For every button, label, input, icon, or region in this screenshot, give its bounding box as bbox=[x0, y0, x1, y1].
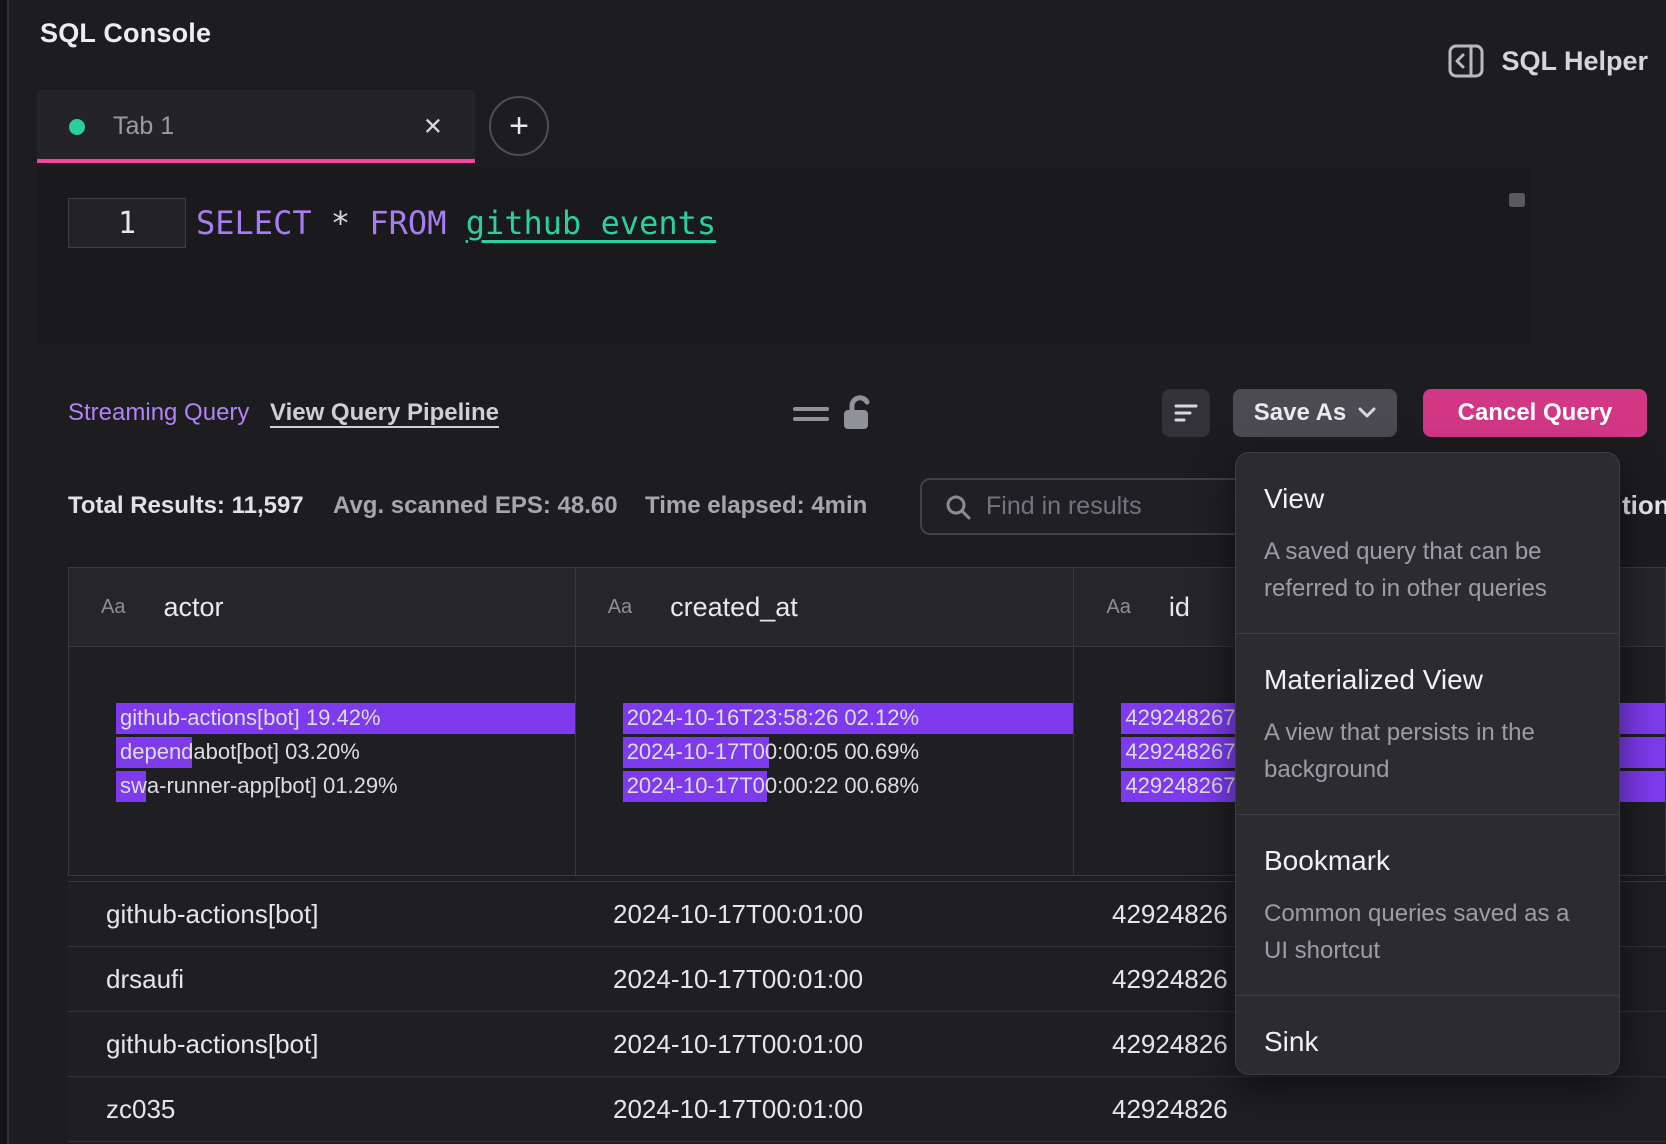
column-header-actor[interactable]: Aa actor bbox=[69, 568, 576, 646]
panel-left-edge bbox=[0, 0, 9, 1144]
active-tab-indicator bbox=[37, 159, 475, 163]
save-as-label: Save As bbox=[1254, 399, 1347, 427]
cancel-query-button[interactable]: Cancel Query bbox=[1423, 389, 1647, 437]
streaming-query-label[interactable]: Streaming Query bbox=[68, 399, 249, 427]
line-number: 1 bbox=[68, 198, 186, 248]
menu-item-materialized-view[interactable]: Materialized View A view that persists i… bbox=[1236, 633, 1619, 814]
star-token: * bbox=[312, 204, 370, 242]
streaming-status-dot bbox=[69, 119, 85, 135]
query-toolbar: Streaming Query View Query Pipeline bbox=[0, 388, 1666, 438]
unlock-icon[interactable] bbox=[840, 394, 876, 432]
save-as-button[interactable]: Save As bbox=[1233, 389, 1397, 437]
cancel-query-label: Cancel Query bbox=[1458, 399, 1613, 427]
view-query-pipeline-link[interactable]: View Query Pipeline bbox=[270, 399, 499, 427]
menu-item-bookmark[interactable]: Bookmark Common queries saved as a UI sh… bbox=[1236, 814, 1619, 995]
search-icon bbox=[944, 493, 972, 521]
created-at-histogram-cell: 2024-10-16T23:58:26 02.12% 2024-10-17T00… bbox=[576, 647, 1075, 875]
table-row[interactable]: zc035 2024-10-17T00:01:00 42924826 bbox=[68, 1077, 1666, 1142]
avg-scanned-eps: Avg. scanned EPS: 48.60 bbox=[333, 492, 618, 520]
save-as-dropdown-menu: View A saved query that can be referred … bbox=[1235, 452, 1620, 1075]
editor-scrollbar[interactable] bbox=[1509, 193, 1525, 339]
format-sql-button[interactable] bbox=[1162, 389, 1210, 437]
sql-helper-toggle[interactable]: SQL Helper bbox=[1447, 42, 1648, 80]
clipped-button-fragment: tions bbox=[1622, 490, 1666, 521]
plus-icon: + bbox=[509, 107, 529, 146]
time-elapsed: Time elapsed: 4min bbox=[645, 492, 867, 520]
string-type-icon: Aa bbox=[608, 596, 632, 619]
sql-code: SELECT * FROM github_events bbox=[196, 204, 716, 242]
editor-scrollbar-thumb[interactable] bbox=[1509, 193, 1525, 207]
search-input[interactable] bbox=[986, 492, 1226, 521]
filter-lines-icon bbox=[1173, 402, 1199, 424]
string-type-icon: Aa bbox=[1106, 596, 1130, 619]
menu-item-view[interactable]: View A saved query that can be referred … bbox=[1236, 453, 1619, 633]
find-in-results-search[interactable] bbox=[920, 478, 1272, 535]
sql-console-screen: SQL Console SQL Helper Tab 1 ✕ + 1 SELEC… bbox=[0, 0, 1666, 1144]
sidebar-collapse-icon bbox=[1447, 42, 1485, 80]
actor-histogram-cell: github-actions[bot] 19.42% dependabot[bo… bbox=[69, 647, 576, 875]
tab-label: Tab 1 bbox=[113, 112, 174, 141]
tab-1[interactable]: Tab 1 ✕ bbox=[37, 90, 475, 163]
table-name-link[interactable]: github_events bbox=[466, 204, 716, 242]
total-results: Total Results: 11,597 bbox=[68, 492, 304, 520]
keyword-from: FROM bbox=[369, 204, 465, 242]
page-title: SQL Console bbox=[40, 18, 211, 49]
tab-close-icon[interactable]: ✕ bbox=[423, 112, 443, 141]
editor-line-1: 1 SELECT * FROM github_events bbox=[68, 198, 716, 248]
sql-editor[interactable]: 1 SELECT * FROM github_events bbox=[37, 167, 1531, 345]
menu-item-sink[interactable]: Sink Send real-time insights or alerts t… bbox=[1236, 995, 1619, 1075]
sql-helper-label: SQL Helper bbox=[1501, 46, 1648, 77]
column-header-created-at[interactable]: Aa created_at bbox=[576, 568, 1075, 646]
keyword-select: SELECT bbox=[196, 204, 312, 242]
string-type-icon: Aa bbox=[101, 596, 125, 619]
add-tab-button[interactable]: + bbox=[489, 96, 549, 156]
chevron-down-icon bbox=[1358, 407, 1376, 419]
equals-icon[interactable] bbox=[793, 404, 829, 424]
